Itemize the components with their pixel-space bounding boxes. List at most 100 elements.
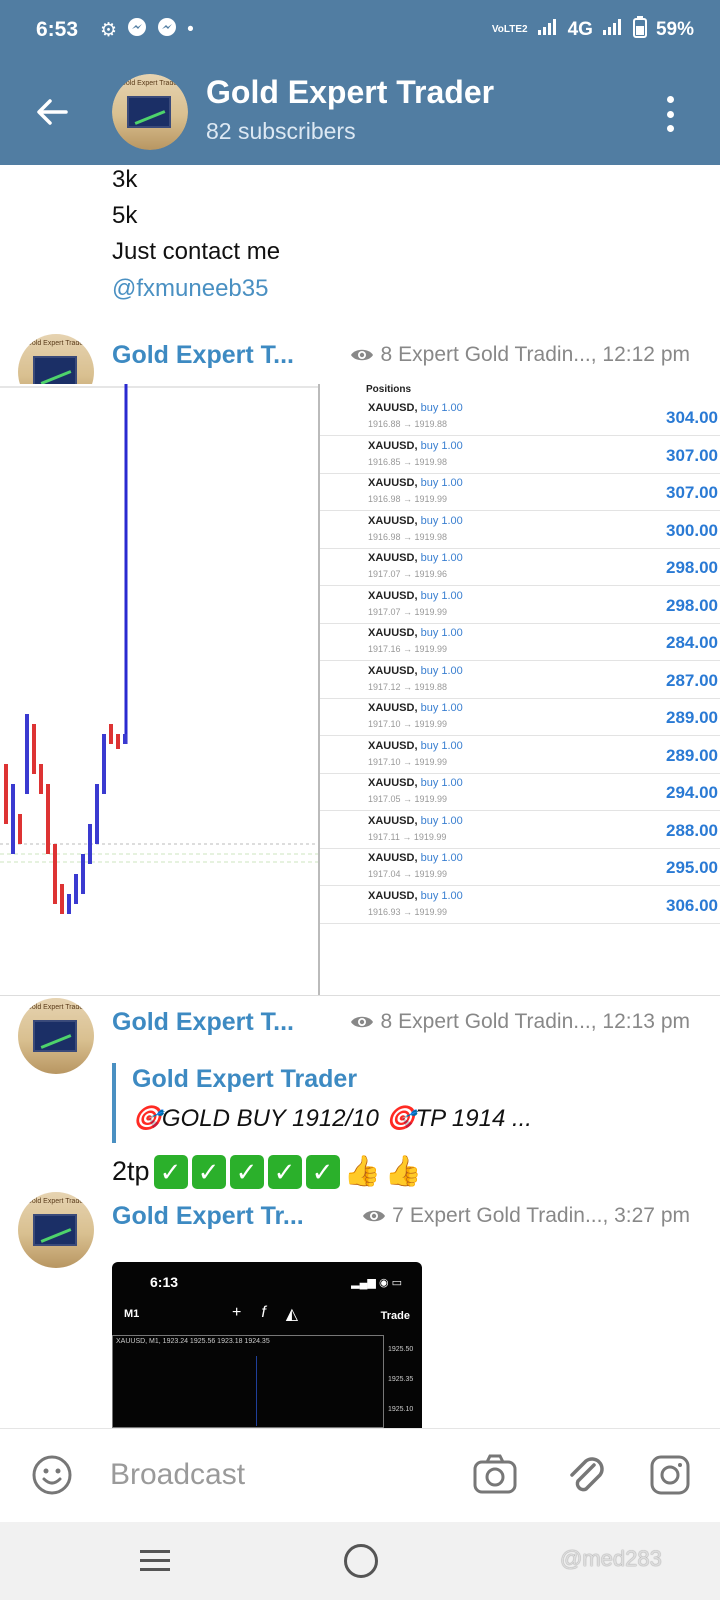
settings-gear-icon: ⚙ [100, 19, 118, 41]
position-profit: 298.00 [666, 595, 718, 615]
post-header: Gold Expert T... 8 Expert Gold Tradin...… [112, 1006, 690, 1038]
sender-name[interactable]: Gold Expert T... [112, 341, 294, 370]
position-symbol: XAUUSD, buy 1.00 [368, 589, 463, 602]
message-body: 2tp ✓ ✓ ✓ ✓ ✓ 👍 👍 [112, 1154, 422, 1189]
more-options-button[interactable] [664, 96, 676, 132]
attach-button[interactable] [564, 1451, 608, 1499]
shot-axis-label: 1925.10 [388, 1406, 414, 1413]
position-symbol: XAUUSD, buy 1.00 [368, 514, 463, 527]
post-signature: Expert Gold Tradin..., 3:27 pm [409, 1204, 690, 1227]
view-count: 7 [392, 1204, 404, 1227]
position-prices: 1916.88 → 1919.88 [368, 419, 448, 429]
instagram-button[interactable] [648, 1453, 692, 1497]
position-prices: 1917.11 → 1919.99 [368, 831, 447, 842]
status-bar: 6:53 ⚙ • VoLTE2 4G 59% [0, 0, 720, 60]
check-emoji-icon: ✓ [153, 1154, 188, 1189]
position-symbol: XAUUSD, buy 1.00 [368, 889, 463, 902]
position-row: XAUUSD, buy 1.00 1917.07 → 1919.99 298.00 [320, 587, 720, 624]
position-prices: 1917.07 → 1919.99 [368, 606, 448, 617]
position-prices: 1917.04 → 1919.99 [368, 869, 448, 879]
signal-icon-2 [602, 18, 624, 42]
candles [4, 714, 127, 914]
position-row: XAUUSD, buy 1.00 1916.93 → 1919.99 306.00 [320, 887, 720, 924]
sender-name[interactable]: Gold Expert Tr... [112, 1202, 304, 1231]
signal-icon [537, 18, 559, 42]
system-navbar: @med283 [0, 1522, 720, 1600]
function-icon: f [261, 1304, 266, 1321]
position-prices: 1917.07 → 1919.96 [368, 569, 448, 579]
position-profit: 288.00 [666, 820, 718, 840]
battery-level: 59% [655, 19, 694, 40]
position-symbol: XAUUSD, buy 1.00 [368, 702, 463, 714]
messenger-icon [127, 17, 147, 43]
view-count: 8 [380, 343, 393, 366]
eye-icon [363, 1210, 386, 1222]
message-line: 5k [112, 202, 138, 229]
channel-header: Gold Expert Trader Gold Expert Trader 82… [0, 60, 720, 165]
position-symbol: XAUUSD, buy 1.00 [368, 439, 463, 452]
check-emoji-icon: ✓ [267, 1154, 302, 1189]
channel-title[interactable]: Gold Expert Trader [206, 74, 494, 111]
shot-info: XAUUSD, M1, 1923.24 1925.56 1923.18 1924… [116, 1338, 270, 1345]
positions-panel: Positions XAUUSD, buy 1.00 1916.88 → 1919… [318, 384, 720, 995]
shot-axis: 1925.50 1925.35 1925.10 [388, 1335, 413, 1425]
post-meta: 8 Expert Gold Tradin..., 12:13 pm [350, 1010, 690, 1034]
shot-status-icons: ▂▄▆ ◉ ▭ [351, 1277, 402, 1289]
recent-apps-button[interactable] [138, 1546, 172, 1576]
sender-avatar[interactable]: Gold Expert Trader [18, 1192, 94, 1268]
reply-quote[interactable]: Gold Expert Trader 🎯GOLD BUY 1912/10 🎯TP… [112, 1063, 672, 1143]
emoji-button[interactable] [30, 1453, 74, 1497]
post-signature: Expert Gold Tradin..., 12:12 pm [398, 343, 690, 366]
position-row: XAUUSD, buy 1.00 1916.85 → 1919.98 307.00 [320, 437, 720, 474]
status-time: 6:53 [36, 18, 79, 41]
position-profit: 294.00 [666, 783, 718, 802]
camera-button[interactable] [472, 1453, 518, 1497]
network-type: 4G [567, 19, 593, 40]
position-row: XAUUSD, buy 1.00 1917.07 → 1919.96 298.00 [320, 549, 720, 586]
menu-lines-icon [140, 1550, 170, 1571]
shot-timeframe: M1 [124, 1308, 140, 1320]
thumbs-up-emoji-icon: 👍 [384, 1155, 423, 1188]
position-symbol: XAUUSD, buy 1.00 [368, 552, 463, 564]
status-notification-icons: ⚙ • [100, 17, 194, 43]
sender-name[interactable]: Gold Expert T... [112, 1008, 294, 1037]
check-emoji-icon: ✓ [191, 1154, 226, 1189]
position-prices: 1916.93 → 1919.99 [368, 906, 448, 917]
back-button[interactable] [30, 90, 74, 134]
message-line: 3k [112, 166, 138, 193]
post-header: Gold Expert T... 8 Expert Gold Tradin...… [112, 339, 690, 371]
messenger-icon-2 [157, 17, 177, 43]
position-row: XAUUSD, buy 1.00 1917.10 → 1919.99 289.00 [320, 699, 720, 736]
sender-avatar[interactable]: Gold Expert Trader [18, 998, 94, 1074]
position-symbol: XAUUSD, buy 1.00 [368, 814, 463, 827]
trading-screenshot-image[interactable]: Positions XAUUSD, buy 1.00 1916.88 → 1919… [0, 384, 720, 996]
position-row: XAUUSD, buy 1.00 1917.05 → 1919.99 294.00 [320, 774, 720, 811]
phone-screenshot-image[interactable]: 6:13 ▂▄▆ ◉ ▭ M1 + f ◭ Trade XAUUSD, M1, … [112, 1262, 422, 1428]
view-count: 8 [380, 1010, 393, 1033]
position-profit: 307.00 [666, 445, 718, 465]
broadcast-input[interactable] [110, 1453, 440, 1497]
position-prices: 1916.85 → 1919.98 [368, 456, 448, 467]
shot-axis-label: 1925.50 [388, 1346, 414, 1353]
position-profit: 284.00 [666, 633, 718, 652]
position-row: XAUUSD, buy 1.00 1916.98 → 1919.99 307.00 [320, 474, 720, 511]
position-profit: 287.00 [666, 670, 718, 690]
eye-icon [351, 349, 374, 361]
dot-icon: • [187, 19, 194, 40]
check-emoji-icon: ✓ [305, 1154, 340, 1189]
position-prices: 1917.10 → 1919.99 [368, 719, 448, 729]
position-row: XAUUSD, buy 1.00 1917.12 → 1919.88 287.00 [320, 662, 720, 699]
position-profit: 295.00 [666, 858, 718, 877]
position-row: XAUUSD, buy 1.00 1916.98 → 1919.98 300.00 [320, 512, 720, 549]
channel-avatar[interactable]: Gold Expert Trader [112, 74, 188, 150]
post-signature: Expert Gold Tradin..., 12:13 pm [398, 1010, 690, 1033]
position-symbol: XAUUSD, buy 1.00 [368, 664, 463, 677]
home-button[interactable] [344, 1544, 378, 1578]
position-prices: 1917.16 → 1919.99 [368, 644, 448, 654]
username-link[interactable]: @fxmuneeb35 [112, 275, 268, 303]
composer-bar [0, 1428, 720, 1522]
position-profit: 298.00 [666, 558, 718, 577]
camera-icon [473, 1454, 517, 1494]
position-prices: 1916.98 → 1919.99 [368, 494, 448, 504]
position-profit: 289.00 [666, 708, 718, 727]
